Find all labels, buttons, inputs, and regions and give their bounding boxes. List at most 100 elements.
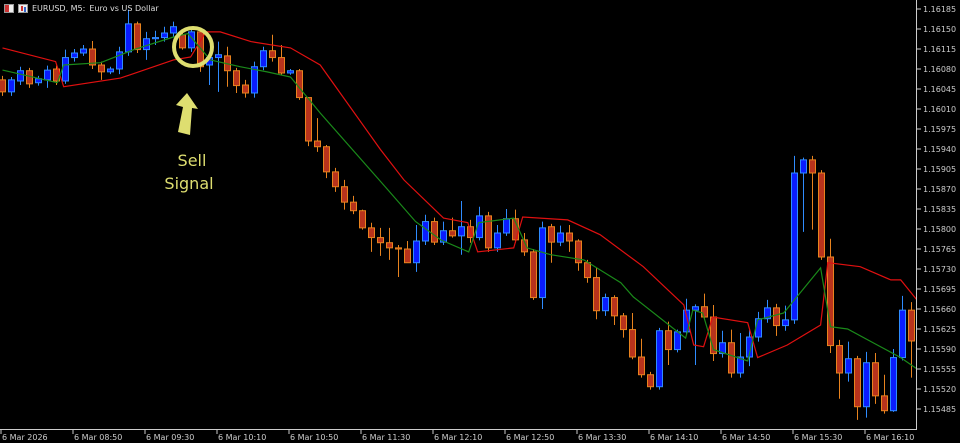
candle-body [908,309,915,342]
candle-body [863,362,870,408]
symbol-flag-icon [4,3,14,13]
candle-body [44,69,51,81]
candle-body [656,330,663,388]
time-tick-label: 6 Mar 15:30 [794,433,842,442]
candle [485,211,492,252]
price-tick-label: 1.15520 [923,385,956,394]
candle [431,217,438,245]
candle [260,46,267,71]
candle [728,329,735,378]
annotation-line-1: Sell [178,151,207,170]
candle [548,223,555,263]
symbol-label: EURUSD, M5: [32,3,86,13]
candle [386,227,393,260]
candle-body [278,57,285,74]
candle [836,339,843,399]
candle [107,66,114,75]
candle-body [251,66,258,94]
candle-body [17,70,24,82]
price-tick-label: 1.15835 [923,205,956,214]
candle-body [773,307,780,327]
candle [0,75,6,96]
candles [0,9,924,420]
price-tick-label: 1.16150 [923,25,956,34]
chart-type-icon[interactable] [18,3,28,13]
candle [71,49,78,62]
price-axis[interactable]: 1.16185 1.16150 1.16115 1.16080 1.16045 1.160… [917,5,956,414]
time-tick-label: 6 Mar 11:30 [362,433,410,442]
candle [341,179,348,210]
candle-body [692,306,699,311]
candle-body [368,227,375,239]
price-tick-label: 1.15905 [923,165,956,174]
candle [377,227,384,256]
time-tick-label: 6 Mar 12:50 [506,433,554,442]
candle-body [836,345,843,374]
candle [710,305,717,361]
candle-body [359,210,366,229]
time-tick-label: 6 Mar 09:30 [146,433,194,442]
candle [656,327,663,390]
candle-body [548,226,555,243]
candle [611,295,618,325]
candle [368,222,375,252]
candle [647,371,654,390]
candle-body [557,232,564,243]
price-tick-label: 1.15730 [923,265,956,274]
candle-body [827,256,834,347]
price-tick-label: 1.16045 [923,85,956,94]
candle-body [854,358,861,408]
price-tick-label: 1.15695 [923,285,956,294]
candle-body [818,172,825,258]
time-tick-label: 6 Mar 14:10 [650,433,698,442]
candle [620,313,627,338]
candle-body [332,171,339,188]
price-tick-label: 1.16010 [923,105,956,114]
candle-body [602,297,609,312]
candle-body [125,23,132,53]
candle-body [539,227,546,299]
candle [89,41,96,69]
candle-body [314,140,321,148]
candle [539,221,546,309]
candle [314,118,321,152]
candle [215,41,222,92]
candle [224,46,231,87]
candle-body [503,218,510,234]
price-tick-label: 1.15765 [923,245,956,254]
candle [899,295,906,361]
candle-body [413,240,420,264]
candle-body [8,79,15,93]
candle [881,374,888,414]
candle [458,201,465,255]
price-tick-label: 1.15590 [923,345,956,354]
candle [791,155,798,324]
candle [737,333,744,378]
candle [530,249,537,300]
time-tick-label: 6 Mar 10:10 [218,433,266,442]
candle-body [0,79,6,93]
candle-body [800,159,807,174]
candle-body [134,23,141,51]
candle-body [233,70,240,87]
candle [845,341,852,382]
price-chart[interactable]: Sell Signal 1.16185 1.16150 1.16115 1.16080… [0,0,960,443]
candle-body [170,26,177,34]
candle-body [899,309,906,359]
candle [98,61,105,80]
candle [8,77,15,96]
candle [323,145,330,179]
candle [782,305,789,331]
candle-body [584,262,591,279]
candle [692,304,699,365]
candle-body [260,50,267,68]
time-tick-label: 6 Mar 10:50 [290,433,338,442]
candle [269,34,276,62]
candle-body [404,248,411,264]
candle [251,61,258,98]
candle-body [431,221,438,243]
price-tick-label: 1.15485 [923,405,956,414]
candle-body [71,52,78,59]
candle [476,206,483,241]
price-tick-label: 1.15555 [923,365,956,374]
